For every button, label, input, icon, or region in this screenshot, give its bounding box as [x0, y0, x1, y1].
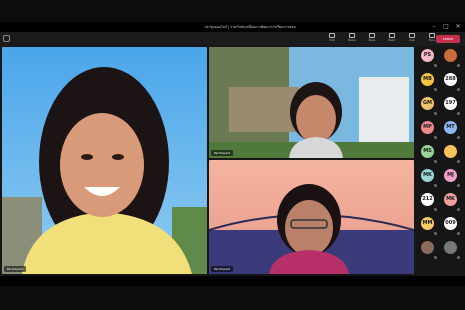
mic-icon	[434, 232, 437, 235]
chat-icon	[329, 33, 335, 38]
mic-icon	[457, 64, 460, 67]
roster-item[interactable]	[416, 240, 438, 262]
name-tag: Participant	[4, 266, 27, 272]
meeting-toolbar: Chat People Raise React View More Leave	[0, 32, 465, 46]
toolbar-button-people[interactable]: People	[344, 33, 360, 42]
mic-icon	[457, 232, 460, 235]
mic-icon	[434, 184, 437, 187]
video-feed	[2, 47, 207, 274]
minimize-icon[interactable]: –	[431, 24, 437, 30]
video-feed	[209, 47, 414, 158]
roster-item[interactable]: MK	[439, 192, 461, 214]
avatar: MP	[421, 121, 434, 134]
roster-item[interactable]	[439, 240, 461, 262]
title-bar: ประชุมออนไลน์ | ร่วมกันขับเคลื่อนการพัฒน…	[0, 22, 465, 32]
more-icon	[429, 33, 435, 38]
avatar: MT	[444, 121, 457, 134]
video-tile-top-right[interactable]: Participant	[209, 47, 414, 158]
roster-item[interactable]: MP	[416, 120, 438, 142]
mic-icon	[457, 208, 460, 211]
participant-roster: PS MB 288 GM 197 MP MT MS MK MJ 212 MK MM 009	[416, 46, 462, 276]
roster-item[interactable]: MM	[416, 216, 438, 238]
mic-icon	[457, 88, 460, 91]
mic-icon	[434, 136, 437, 139]
avatar: 212	[421, 193, 434, 206]
mic-icon	[434, 64, 437, 67]
avatar: MK	[444, 193, 457, 206]
roster-item[interactable]: GM	[416, 96, 438, 118]
toolbar-button-view[interactable]: View	[404, 33, 420, 42]
avatar: MS	[421, 145, 434, 158]
avatar	[444, 145, 457, 158]
roster-item[interactable]: MB	[416, 72, 438, 94]
avatar: MM	[421, 217, 434, 230]
avatar: MJ	[444, 169, 457, 182]
view-icon	[409, 33, 415, 38]
mic-icon	[457, 184, 460, 187]
roster-item[interactable]: MK	[416, 168, 438, 190]
toolbar-button-react[interactable]: React	[384, 33, 400, 42]
mic-icon	[457, 112, 460, 115]
roster-item[interactable]: 288	[439, 72, 461, 94]
mic-icon	[457, 136, 460, 139]
people-icon	[349, 33, 355, 38]
maximize-icon[interactable]: □	[443, 24, 449, 30]
bottom-bar	[0, 276, 465, 286]
hand-icon	[369, 33, 375, 38]
roster-item[interactable]: MS	[416, 144, 438, 166]
mic-icon	[457, 160, 460, 163]
window-title: ประชุมออนไลน์ | ร่วมกันขับเคลื่อนการพัฒน…	[204, 25, 296, 29]
video-feed	[209, 160, 414, 274]
video-tile-bottom-right[interactable]: Participant	[209, 160, 414, 274]
name-tag: Participant	[211, 266, 234, 272]
roster-item[interactable]: 197	[439, 96, 461, 118]
toolbar-button-raise[interactable]: Raise	[364, 33, 380, 42]
video-stage: Participant Participant Participant	[0, 46, 465, 276]
avatar: MK	[421, 169, 434, 182]
avatar	[421, 241, 434, 254]
leave-button[interactable]: Leave	[436, 35, 460, 43]
shield-icon[interactable]	[3, 35, 10, 42]
close-icon[interactable]: ✕	[455, 24, 461, 30]
mic-icon	[434, 112, 437, 115]
avatar: 288	[444, 73, 457, 86]
toolbar-button-chat[interactable]: Chat	[324, 33, 340, 42]
roster-item[interactable]: 212	[416, 192, 438, 214]
roster-item[interactable]: PS	[416, 48, 438, 70]
roster-item[interactable]: MJ	[439, 168, 461, 190]
avatar: 009	[444, 217, 457, 230]
mic-icon	[434, 160, 437, 163]
avatar: MB	[421, 73, 434, 86]
avatar	[444, 241, 457, 254]
avatar: 197	[444, 97, 457, 110]
mic-icon	[434, 88, 437, 91]
avatar	[444, 49, 457, 62]
mic-icon	[434, 256, 437, 259]
roster-item[interactable]	[439, 144, 461, 166]
name-tag: Participant	[211, 150, 234, 156]
roster-item[interactable]: MT	[439, 120, 461, 142]
roster-item[interactable]: 009	[439, 216, 461, 238]
mic-icon	[457, 256, 460, 259]
avatar: PS	[421, 49, 434, 62]
video-tile-main[interactable]: Participant	[2, 47, 207, 274]
roster-item[interactable]	[439, 48, 461, 70]
mic-icon	[434, 208, 437, 211]
react-icon	[389, 33, 395, 38]
avatar: GM	[421, 97, 434, 110]
